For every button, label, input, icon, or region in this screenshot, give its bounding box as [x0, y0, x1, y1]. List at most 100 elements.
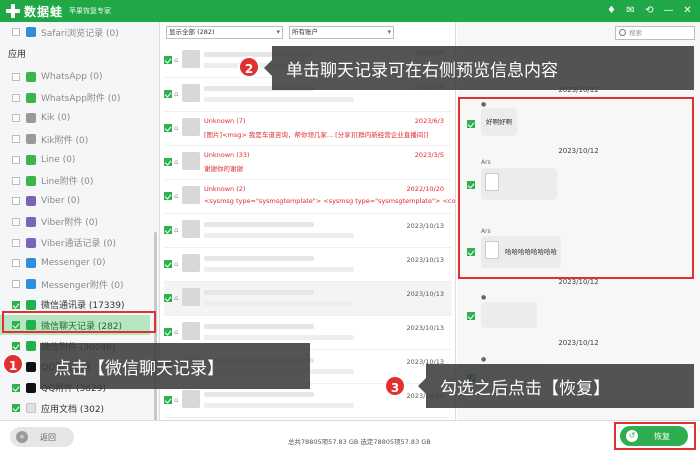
- checkbox[interactable]: [12, 155, 20, 164]
- wechat-icon: [26, 299, 36, 310]
- avatar: [182, 220, 200, 238]
- message-sender: ●: [481, 356, 487, 363]
- row-checkbox[interactable]: [164, 192, 172, 200]
- sidebar-item[interactable]: Viber通话记录 (0): [0, 233, 150, 253]
- checkbox[interactable]: [12, 28, 20, 36]
- callout-arrow: [418, 378, 426, 394]
- sidebar-item[interactable]: Kik附件 (0): [0, 129, 150, 149]
- avatar: [182, 288, 200, 306]
- document-icon: [26, 403, 36, 414]
- checkbox[interactable]: [12, 73, 20, 81]
- kik-icon: [26, 134, 36, 145]
- blurred-name: [204, 290, 314, 295]
- checkbox[interactable]: [12, 342, 20, 351]
- message-date: 2023/10/12: [558, 339, 599, 347]
- row-contact-name: Unknown (2): [204, 185, 246, 193]
- line-icon: [26, 175, 36, 186]
- sidebar-item[interactable]: Line附件 (0): [0, 171, 150, 191]
- sidebar-item[interactable]: Line (0): [0, 150, 150, 170]
- sidebar-item-label: Kik附件 (0): [41, 135, 89, 146]
- sidebar-item-label: Messenger (0): [41, 258, 106, 269]
- back-button[interactable]: « 返回: [10, 427, 74, 447]
- row-message-preview: <sysmsg type="sysmsgtemplate"> <sysmsg t…: [204, 197, 456, 205]
- sidebar-item[interactable]: 应用文档 (302): [0, 398, 150, 418]
- sidebar-item[interactable]: Messenger附件 (0): [0, 274, 150, 294]
- sidebar-item[interactable]: Kik (0): [0, 108, 150, 128]
- chat-list-row[interactable]: ⌂2023/10/13: [164, 248, 452, 282]
- blurred-message: [204, 335, 354, 340]
- viber-icon: [26, 216, 36, 227]
- chat-list-row[interactable]: ⌂2023/10/13: [164, 282, 452, 316]
- sidebar-item[interactable]: WhatsApp (0): [0, 67, 150, 87]
- row-date: 2023/3/5: [414, 151, 444, 159]
- diamond-icon[interactable]: ♦: [605, 3, 618, 19]
- checkbox[interactable]: [12, 404, 20, 413]
- checkbox[interactable]: [12, 93, 20, 102]
- checkbox[interactable]: [12, 259, 20, 268]
- row-message-preview: [图片]<msg> 我是车道咨询，帮你领几家... [分享][[群内新经营企业直…: [204, 131, 429, 139]
- checkbox[interactable]: [12, 300, 20, 309]
- trash-icon: ⌂: [174, 56, 179, 64]
- sidebar-item[interactable]: Viber (0): [0, 191, 150, 211]
- row-checkbox[interactable]: [164, 260, 172, 268]
- close-icon[interactable]: ✕: [681, 3, 694, 19]
- message-date: 2023/10/12: [558, 278, 599, 286]
- chat-list-row[interactable]: ⌂2023/10/13: [164, 214, 452, 248]
- sidebar-item-label: Line附件 (0): [41, 177, 94, 187]
- trash-icon: ⌂: [174, 192, 179, 200]
- blurred-name: [204, 324, 314, 329]
- trash-icon: ⌂: [174, 328, 179, 336]
- sidebar-item-safari-history[interactable]: Safari浏览记录 (0): [0, 22, 150, 42]
- whatsapp-icon: [26, 92, 36, 103]
- chat-list-row[interactable]: ⌂2023/10/13: [164, 384, 452, 418]
- row-checkbox[interactable]: [164, 396, 172, 404]
- safari-icon: [26, 27, 36, 37]
- sidebar-item[interactable]: Messenger (0): [0, 253, 150, 273]
- row-checkbox[interactable]: [164, 56, 172, 64]
- app-subtitle: 苹果恢复专家: [69, 7, 112, 15]
- list-toolbar: 显示全部 (282) 所有账户: [160, 22, 455, 42]
- checkbox[interactable]: [12, 280, 20, 288]
- message-checkbox[interactable]: [467, 312, 475, 320]
- viber-icon: [26, 196, 36, 207]
- row-checkbox[interactable]: [164, 328, 172, 336]
- row-checkbox[interactable]: [164, 90, 172, 98]
- avatar: [182, 84, 200, 102]
- app-name: 数据蛙: [24, 4, 64, 19]
- row-checkbox[interactable]: [164, 226, 172, 234]
- row-checkbox[interactable]: [164, 294, 172, 302]
- avatar: [182, 322, 200, 340]
- chat-list-row[interactable]: ⌂ Unknown (7) 2023/6/3 [图片]<msg> 我是车道咨询，帮你领…: [164, 112, 452, 146]
- search-input[interactable]: 搜索: [615, 26, 695, 40]
- sidebar-item[interactable]: Viber附件 (0): [0, 212, 150, 232]
- checkbox[interactable]: [12, 197, 20, 206]
- sidebar-item-label: Line (0): [41, 154, 76, 165]
- step-badge-2: 2: [238, 56, 260, 78]
- row-checkbox[interactable]: [164, 158, 172, 166]
- checkbox[interactable]: [12, 217, 20, 226]
- avatar: [182, 186, 200, 204]
- step-badge-1: 1: [2, 353, 24, 375]
- title-bar: 数据蛙 苹果恢复专家 ♦ ✉ ⟲ — ✕: [0, 0, 700, 22]
- refresh-icon[interactable]: ⟲: [643, 3, 656, 19]
- message-icon[interactable]: ✉: [624, 3, 637, 19]
- checkbox[interactable]: [12, 176, 20, 185]
- account-filter-select[interactable]: 所有账户: [289, 25, 394, 39]
- line-icon: [26, 154, 36, 165]
- show-filter-select[interactable]: 显示全部 (282): [166, 25, 283, 39]
- chat-list-row[interactable]: ⌂ Unknown (33) 2023/3/5 谢谢你的谢谢: [164, 146, 452, 180]
- row-checkbox[interactable]: [164, 124, 172, 132]
- chat-list-row[interactable]: ⌂ Unknown (2) 2022/10/20 <sysmsg type="sysm…: [164, 180, 455, 214]
- checkbox[interactable]: [12, 238, 20, 247]
- avatar: [182, 152, 200, 170]
- message-bubble[interactable]: [481, 302, 537, 328]
- checkbox[interactable]: [12, 383, 20, 392]
- checkbox[interactable]: [12, 114, 20, 123]
- qq-icon: [26, 382, 36, 393]
- minimize-icon[interactable]: —: [662, 3, 675, 19]
- kik-icon: [26, 113, 36, 124]
- checkbox[interactable]: [12, 135, 20, 144]
- sidebar-item[interactable]: WhatsApp附件 (0): [0, 88, 150, 108]
- blurred-message: [204, 97, 354, 102]
- avatar: [182, 118, 200, 136]
